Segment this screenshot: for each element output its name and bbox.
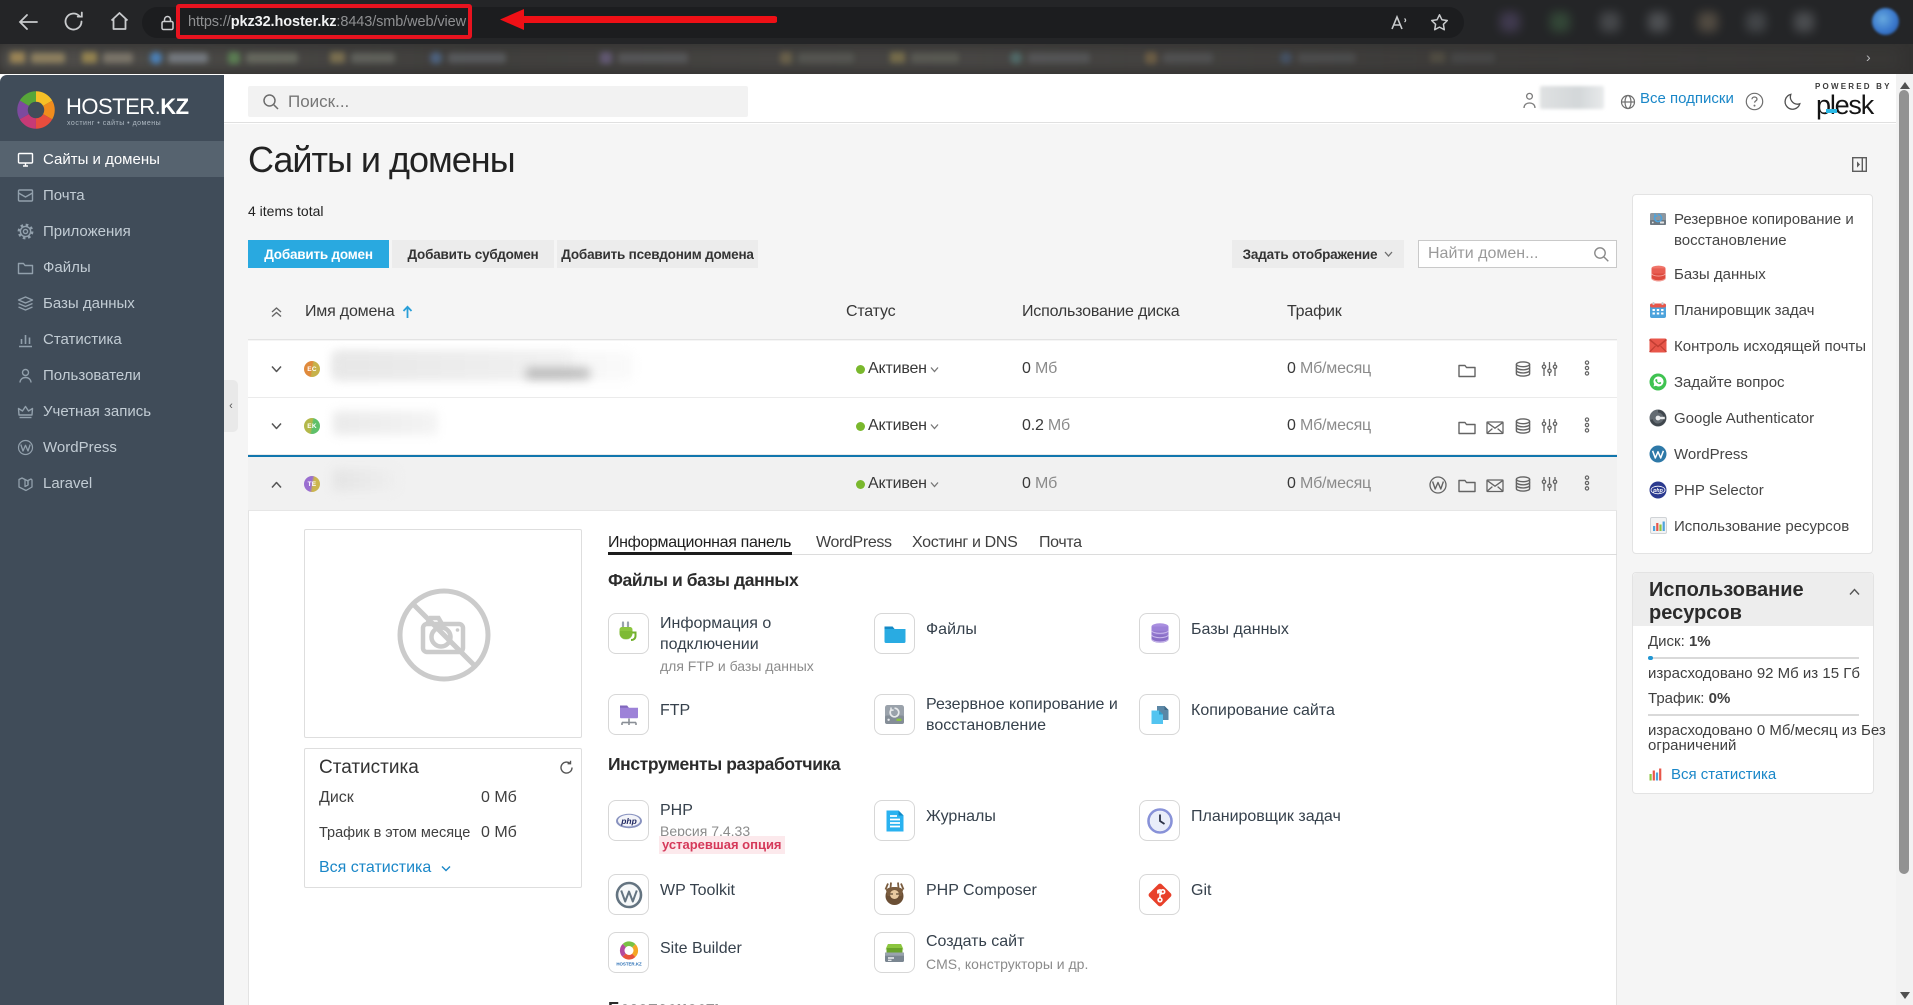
svg-text:HOSTER.KZ: HOSTER.KZ <box>616 961 642 966</box>
svg-text:php: php <box>620 816 637 826</box>
svg-text:php: php <box>1652 488 1663 494</box>
